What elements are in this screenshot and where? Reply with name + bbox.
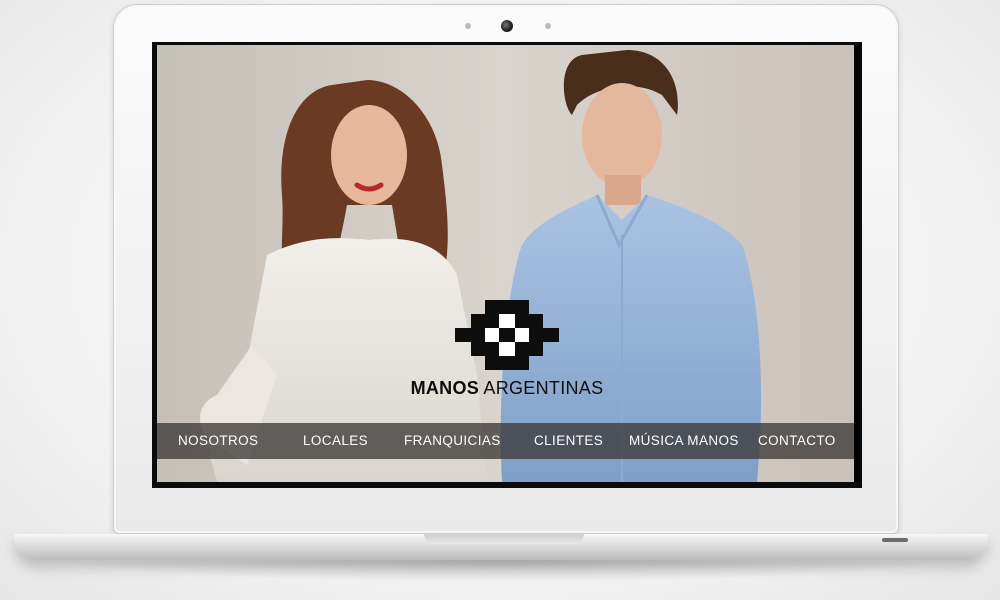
- screen-edge: [854, 45, 860, 482]
- nav-item-contacto[interactable]: CONTACTO: [758, 423, 836, 459]
- laptop-base: [14, 534, 988, 560]
- status-led: [882, 538, 908, 542]
- nav-item-clientes[interactable]: CLIENTES: [534, 423, 603, 459]
- laptop-shadow: [60, 560, 940, 582]
- website-screen: MANOS ARGENTINAS NOSOTROS LOCALES FRANQU…: [157, 45, 854, 482]
- nav-item-nosotros[interactable]: NOSOTROS: [178, 423, 258, 459]
- sensor-dot: [545, 23, 551, 29]
- brand-logo[interactable]: MANOS ARGENTINAS: [407, 300, 607, 399]
- brand-name-bold: MANOS: [410, 378, 480, 398]
- nav-item-locales[interactable]: LOCALES: [303, 423, 368, 459]
- lid-opening-notch: [424, 534, 584, 544]
- brand-name-light: ARGENTINAS: [483, 378, 604, 398]
- nav-item-franquicias[interactable]: FRANQUICIAS: [404, 423, 501, 459]
- main-navigation: NOSOTROS LOCALES FRANQUICIAS CLIENTES MÚ…: [157, 423, 854, 459]
- manos-argentinas-logo-icon: [455, 300, 559, 370]
- hero-photo: [157, 45, 854, 482]
- sensor-dot: [465, 23, 471, 29]
- webcam-icon: [501, 20, 513, 32]
- nav-item-musica-manos[interactable]: MÚSICA MANOS: [629, 423, 739, 459]
- brand-name: MANOS ARGENTINAS: [407, 378, 607, 399]
